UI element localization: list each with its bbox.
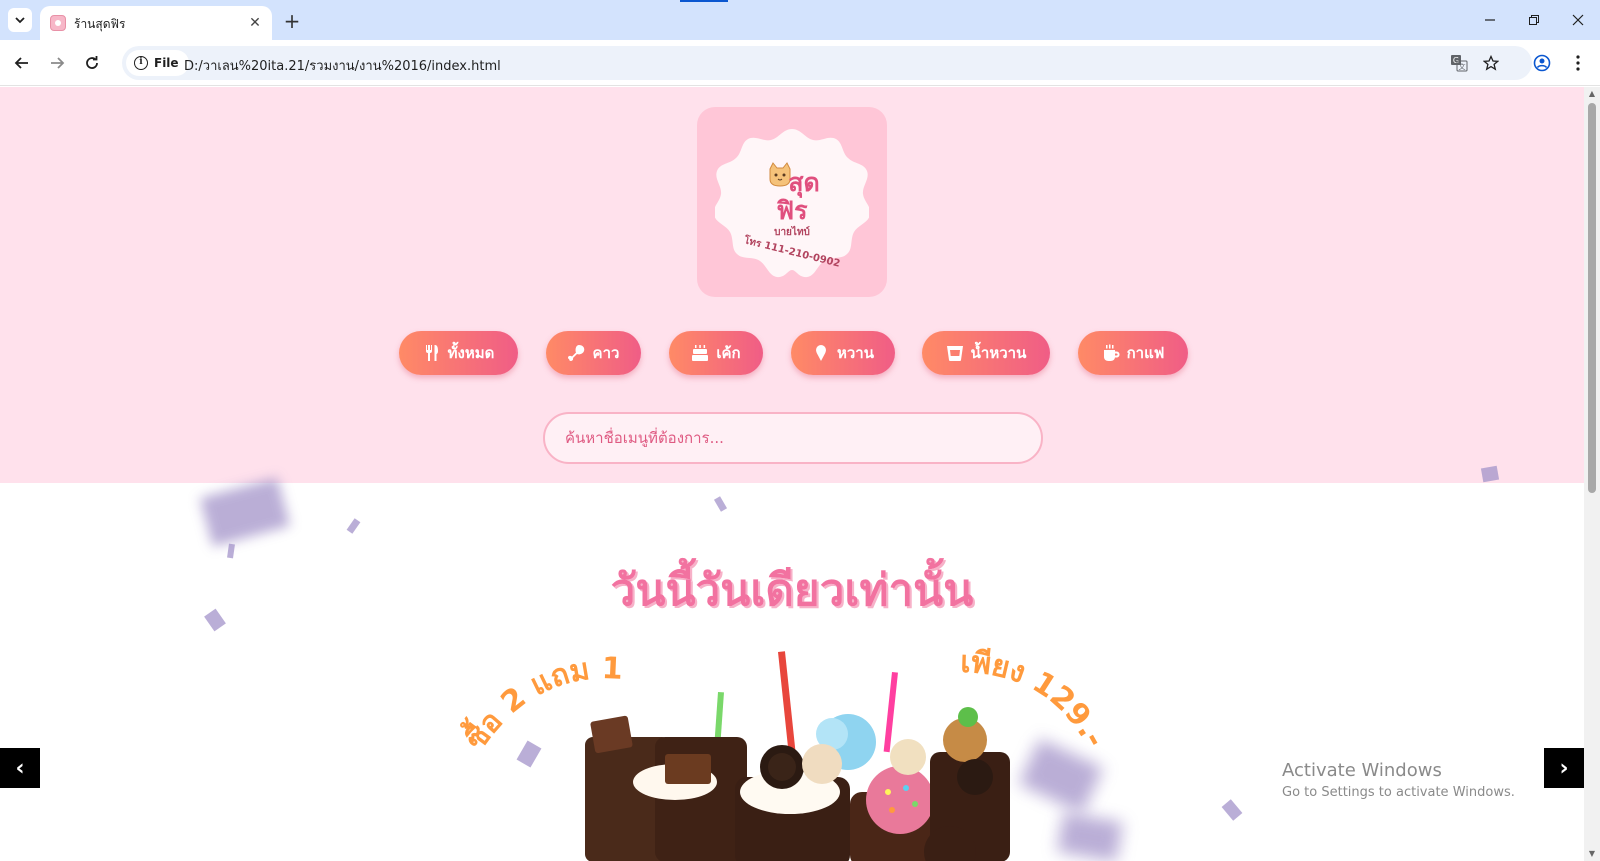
confetti-decoration (1221, 799, 1243, 821)
restore-button[interactable] (1520, 8, 1548, 32)
category-filter-bar: ทั้งหมด คาว เค้ก หวาน น้ำหวาน กาแฟ (0, 331, 1584, 377)
active-tab[interactable]: ร้านสุดฟิร ✕ (40, 6, 272, 40)
tab-title: ร้านสุดฟิร (74, 17, 126, 31)
close-window-button[interactable] (1564, 8, 1592, 32)
promo-heading: วันนี้วันเดียวเท่านั้น (610, 564, 975, 617)
confetti-decoration (199, 477, 291, 547)
scroll-up-icon[interactable]: ▲ (1587, 89, 1597, 99)
minimize-button[interactable] (1476, 8, 1504, 32)
scroll-down-icon[interactable]: ▼ (1587, 849, 1597, 859)
more-menu-icon[interactable] (1566, 51, 1590, 75)
minimize-icon (1485, 19, 1495, 21)
browser-toolbar: i File D:/วาเลน%20ita.21/รวมงาน/งาน%2016… (0, 40, 1600, 86)
info-icon: i (134, 56, 148, 70)
drumstick-icon (567, 345, 584, 361)
confetti-decoration (346, 518, 361, 534)
loading-indicator (680, 0, 728, 2)
slider-next-button[interactable]: › (1544, 748, 1584, 788)
confetti-decoration (713, 496, 728, 512)
activate-windows-watermark: Activate Windows Go to Settings to activ… (1282, 760, 1515, 800)
page-viewport: สุด ฟิร บายไทบ์ โทร 111-210-0902 ทั้งหมด… (0, 87, 1584, 861)
category-coffee-button[interactable]: กาแฟ (1078, 331, 1188, 375)
address-bar[interactable]: i File D:/วาเลน%20ita.21/รวมงาน/งาน%2016… (122, 46, 1532, 80)
category-cake-button[interactable]: เค้ก (669, 331, 763, 375)
site-info-label: File (154, 56, 179, 70)
category-label: เค้ก (716, 344, 741, 362)
bookmark-star-icon[interactable] (1480, 52, 1502, 74)
category-label: กาแฟ (1126, 344, 1165, 362)
utensils-icon (425, 345, 438, 361)
url-text[interactable]: D:/วาเลน%20ita.21/รวมงาน/งาน%2016/index.… (184, 55, 501, 76)
category-dessert-button[interactable]: หวาน (791, 331, 895, 375)
category-all-button[interactable]: ทั้งหมด (399, 331, 518, 375)
ice-cream-icon (816, 345, 826, 361)
tab-search-button[interactable] (8, 8, 32, 32)
cake-icon (692, 345, 709, 361)
category-label: คาว (592, 344, 620, 362)
tab-strip: ร้านสุดฟิร ✕ + (0, 0, 1600, 40)
category-label: ทั้งหมด (447, 344, 495, 362)
translate-icon[interactable]: G文 (1448, 52, 1470, 74)
watermark-title: Activate Windows (1282, 760, 1442, 781)
profile-icon[interactable] (1530, 51, 1554, 75)
watermark-subtitle: Go to Settings to activate Windows. (1282, 785, 1515, 800)
page-scrollbar[interactable]: ▲ ▼ (1584, 87, 1600, 861)
drink-icon (946, 346, 963, 361)
category-drinks-button[interactable]: น้ำหวาน (922, 331, 1050, 375)
slider-prev-button[interactable]: ‹ (0, 748, 40, 788)
coffee-icon (1103, 344, 1120, 361)
reload-icon (86, 56, 98, 69)
arrow-right-icon (51, 57, 65, 69)
arrow-left-icon (14, 57, 28, 69)
promo-banner: ซื้อ 2 แถม 1 เพียง 129.- (452, 642, 1120, 861)
category-label: น้ำหวาน (970, 344, 1027, 362)
svg-text:文: 文 (1459, 62, 1466, 71)
close-tab-icon[interactable]: ✕ (246, 14, 264, 32)
header-section: สุด ฟิร บายไทบ์ โทร 111-210-0902 ทั้งหมด… (0, 87, 1584, 483)
scroll-thumb[interactable] (1588, 103, 1596, 493)
menu-search-input[interactable] (543, 412, 1043, 464)
favicon-icon (50, 15, 66, 31)
category-label: หวาน (837, 344, 874, 362)
site-info-chip[interactable]: i File (126, 50, 189, 76)
confetti-decoration (1480, 465, 1500, 483)
chevron-down-icon (15, 17, 25, 24)
forward-button[interactable] (43, 49, 71, 77)
promo-banner-image: ซื้อ 2 แถม 1 เพียง 129.- (452, 643, 1114, 861)
new-tab-button[interactable]: + (280, 9, 304, 33)
close-icon (1572, 14, 1584, 26)
category-savory-button[interactable]: คาว (546, 331, 641, 375)
back-button[interactable] (8, 49, 36, 77)
reload-button[interactable] (78, 49, 106, 77)
restore-icon (1529, 15, 1539, 25)
shop-logo[interactable]: สุด ฟิร บายไทบ์ โทร 111-210-0902 (697, 107, 887, 297)
